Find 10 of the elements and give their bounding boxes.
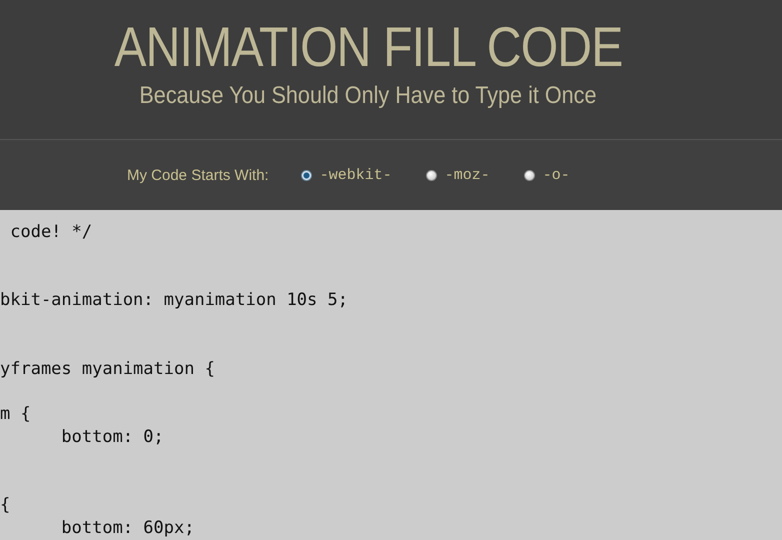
prefix-radio-option[interactable]: -o- (524, 166, 570, 184)
page-subtitle: Because You Should Only Have to Type it Once (139, 82, 597, 110)
prefix-radio-option[interactable]: -moz- (426, 166, 490, 184)
prefix-label: My Code Starts With: (127, 166, 269, 184)
radio-icon[interactable] (300, 170, 312, 181)
page-title: ANIMATION FILL CODE (114, 16, 622, 78)
code-output: code! */ bkit-animation: myanimation 10s 5; yframes myanimation { m { bottom: 0; { bottom: 60px; (0, 220, 349, 540)
radio-icon[interactable] (524, 170, 535, 181)
prefix-radio-option[interactable]: -webkit- (300, 166, 392, 184)
radio-icon[interactable] (426, 170, 437, 181)
